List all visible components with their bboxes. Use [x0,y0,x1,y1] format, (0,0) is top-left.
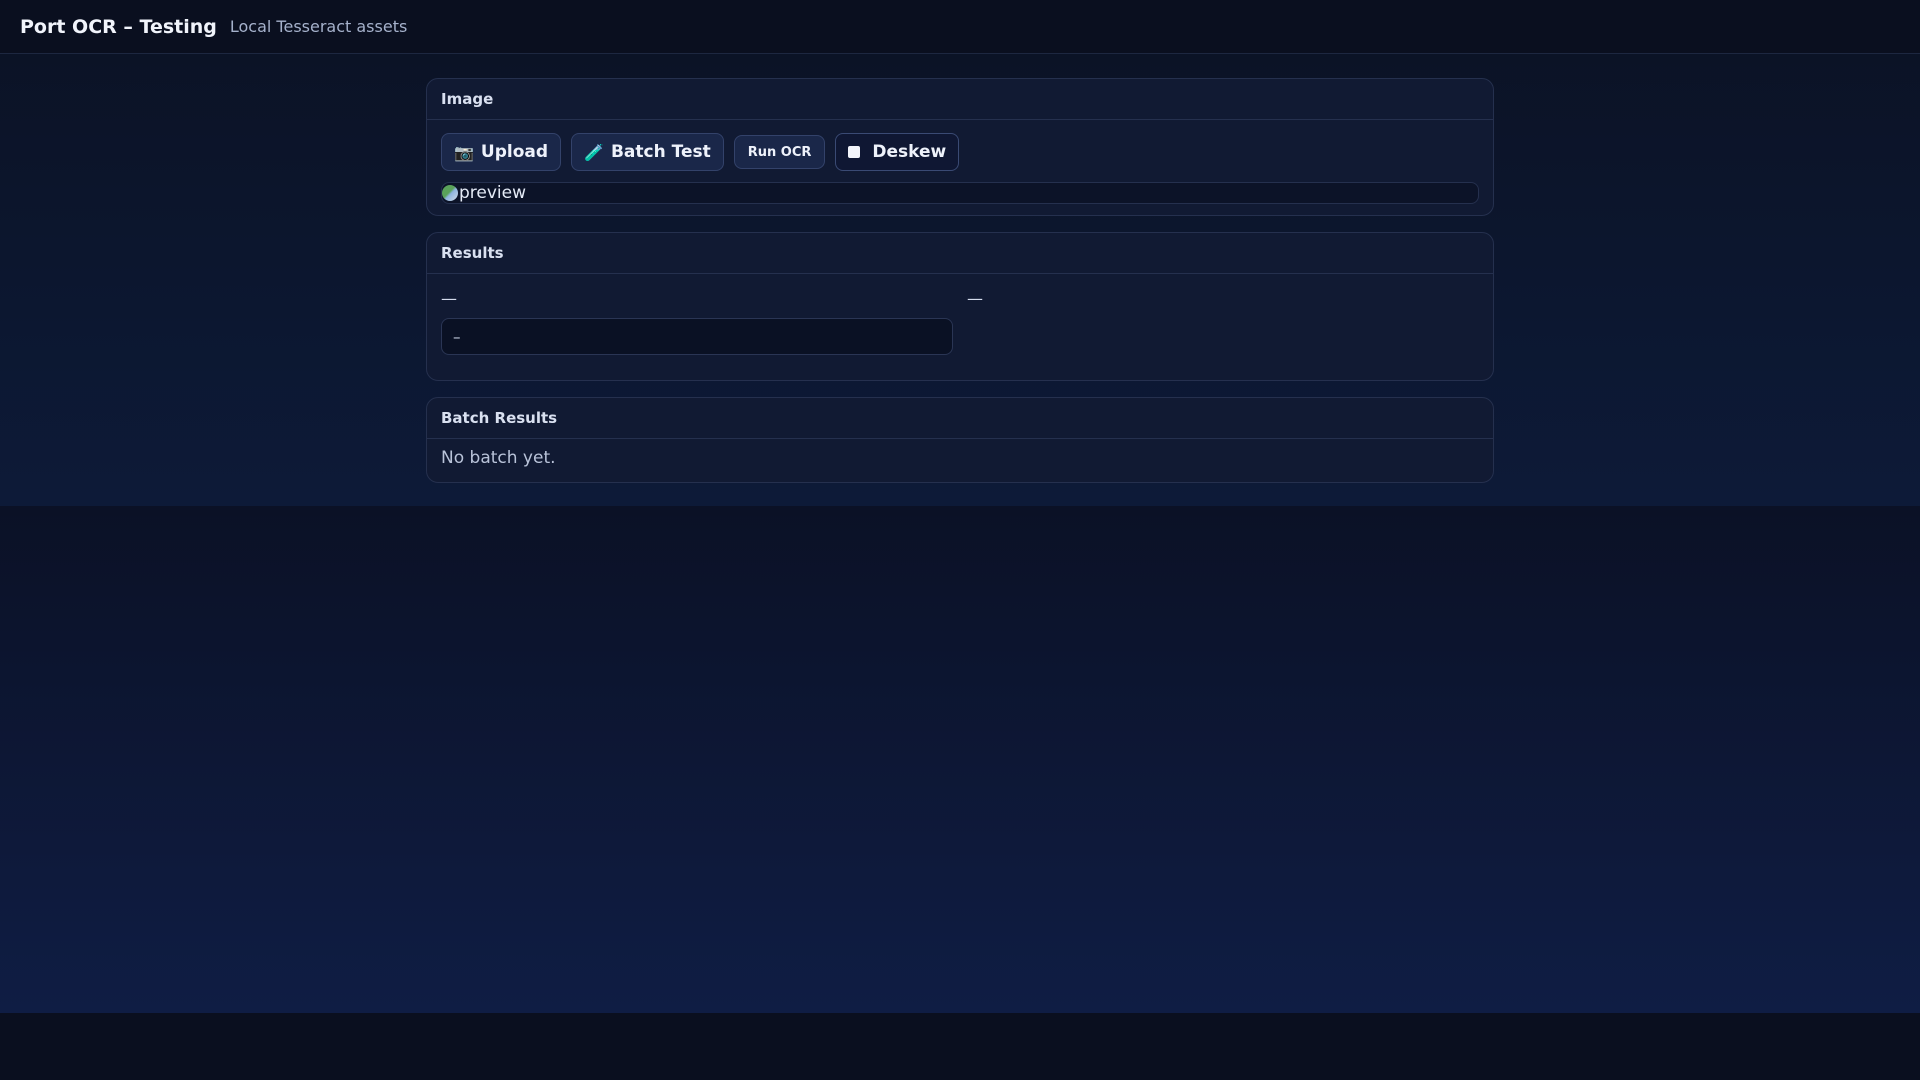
batch-empty-message: No batch yet. [441,448,556,468]
top-bar: Port OCR – Testing Local Tesseract asset… [0,0,1920,54]
run-ocr-button-label: Run OCR [747,144,812,160]
result-primary-value: — [441,289,457,308]
batch-results-title: Batch Results [427,398,1493,439]
batch-results-panel: Batch Results No batch yet. [426,397,1494,483]
results-panel: Results — — – [426,232,1494,381]
ocr-output-field[interactable]: – [441,318,953,355]
page-background-lower [0,506,1920,1013]
image-toolbar: 📷 Upload 🧪 Batch Test Run OCR Deskew [441,133,969,171]
camera-icon: 📷 [454,142,474,162]
upload-button-label: Upload [480,142,549,162]
image-panel-title: Image [427,79,1493,120]
deskew-label: Deskew [872,142,947,162]
deskew-checkbox[interactable] [848,146,861,158]
upload-button[interactable]: 📷 Upload [441,133,562,171]
page-footer-strip [0,1013,1920,1080]
image-panel: Image 📷 Upload 🧪 Batch Test Run OCR Desk… [426,78,1494,216]
batch-test-button[interactable]: 🧪 Batch Test [571,133,724,171]
batch-test-button-label: Batch Test [610,142,711,162]
app-title: Port OCR – Testing [20,15,217,38]
run-ocr-button[interactable]: Run OCR [733,135,826,169]
test-tube-icon: 🧪 [584,142,604,162]
broken-image-icon [442,185,458,201]
results-panel-title: Results [427,233,1493,274]
image-preview-alt: preview [459,183,527,203]
deskew-toggle[interactable]: Deskew [835,133,960,171]
image-preview: preview [441,182,1479,204]
result-secondary-value: — [967,289,983,308]
app-subtitle: Local Tesseract assets [229,17,408,36]
